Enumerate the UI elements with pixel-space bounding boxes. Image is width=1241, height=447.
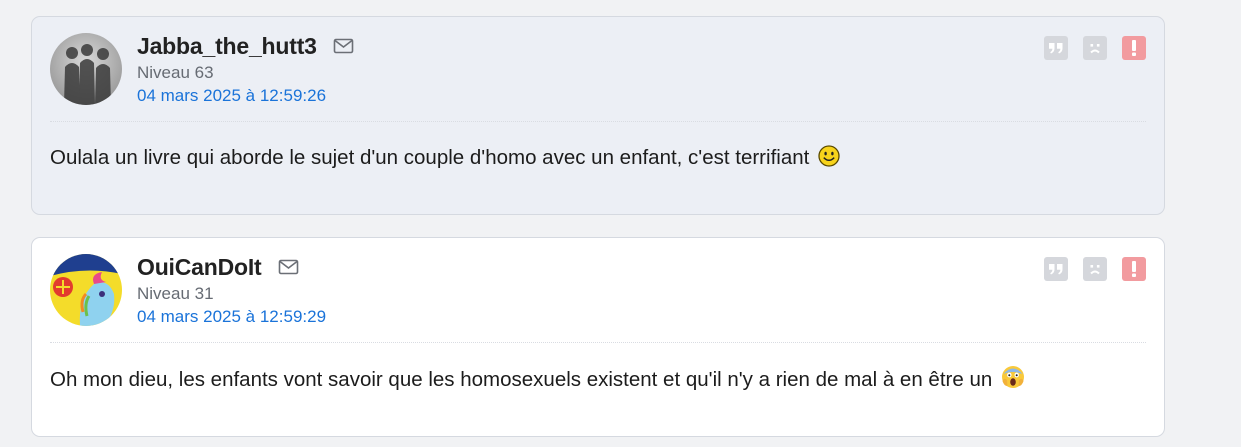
avatar-image [50,254,122,326]
avatar-image [50,33,122,105]
post-message: Oulala un livre qui aborde le sujet d'un… [50,144,1146,175]
post-actions [1029,257,1146,281]
alert-button[interactable] [1122,257,1146,281]
quote-icon [1049,264,1063,275]
message-text: Oh mon dieu, les enfants vont savoir que… [50,368,993,391]
screaming-face-icon [1001,365,1025,397]
username[interactable]: OuiCanDoIt [137,254,262,281]
avatar[interactable] [50,254,122,326]
sad-face-icon [1090,265,1100,275]
username[interactable]: Jabba_the_hutt3 [137,33,317,60]
post-header: Jabba_the_hutt3 Niveau 63 04 mars 2025 à… [50,17,1146,122]
sad-face-icon [1090,44,1100,54]
author-block: OuiCanDoIt Niveau 31 04 mars 2025 à 12:5… [137,252,326,328]
author-block: Jabba_the_hutt3 Niveau 63 04 mars 2025 à… [137,31,354,107]
post-message: Oh mon dieu, les enfants vont savoir que… [50,365,1146,397]
quote-icon [1049,43,1063,54]
forum-post: OuiCanDoIt Niveau 31 04 mars 2025 à 12:5… [31,237,1165,437]
forum-post: Jabba_the_hutt3 Niveau 63 04 mars 2025 à… [31,16,1165,215]
user-level: Niveau 63 [137,63,214,82]
quote-button[interactable] [1044,36,1068,60]
message-feed: Jabba_the_hutt3 Niveau 63 04 mars 2025 à… [31,16,1165,437]
mail-icon[interactable] [333,38,354,54]
report-sad-button[interactable] [1083,257,1107,281]
user-level: Niveau 31 [137,284,214,303]
message-text: Oulala un livre qui aborde le sujet d'un… [50,146,810,169]
post-actions [1029,36,1146,60]
exclamation-icon [1132,40,1136,56]
avatar[interactable] [50,33,122,105]
post-date-link[interactable]: 04 mars 2025 à 12:59:26 [137,85,326,107]
post-header: OuiCanDoIt Niveau 31 04 mars 2025 à 12:5… [50,238,1146,343]
post-date-link[interactable]: 04 mars 2025 à 12:59:29 [137,306,326,328]
alert-button[interactable] [1122,36,1146,60]
smiley-icon [818,145,840,175]
report-sad-button[interactable] [1083,36,1107,60]
quote-button[interactable] [1044,257,1068,281]
mail-icon[interactable] [278,259,299,275]
exclamation-icon [1132,261,1136,277]
